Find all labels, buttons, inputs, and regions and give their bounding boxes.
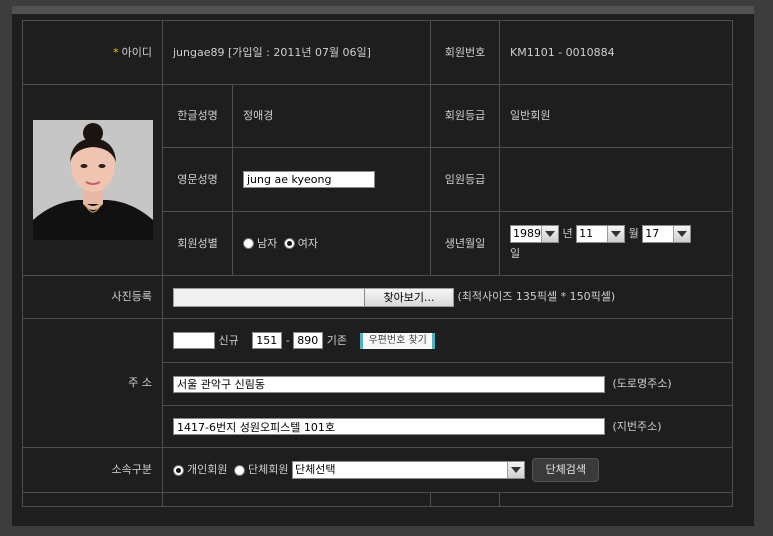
birth-year-unit: 년: [562, 226, 573, 240]
next-row-cell: [162, 492, 431, 507]
lot-address-cell: (지번주소): [162, 405, 733, 448]
next-row-cell: [430, 492, 500, 507]
gender-female-label[interactable]: 여자: [298, 234, 318, 254]
member-no-label: 회원번호: [430, 20, 500, 85]
photo-file-input[interactable]: 찾아보기...: [173, 287, 454, 307]
old-zip-label: 기존: [326, 333, 347, 347]
gender-cell: 남자 여자: [232, 211, 431, 276]
row-affiliation: 소속구분 개인회원 단체회원 단체선택 단체검색: [22, 447, 733, 493]
lot-address-input[interactable]: [173, 418, 605, 435]
photo-label: 사진등록: [22, 275, 163, 319]
kor-name-value: 정애경: [232, 84, 431, 148]
birth-day-unit: 일: [510, 246, 521, 260]
road-address-cell: (도로명주소): [162, 362, 733, 406]
new-zip-label: 신규: [218, 333, 239, 347]
gender-female-radio[interactable]: [283, 238, 295, 249]
id-label: 아이디: [121, 45, 152, 59]
photo-cell: [22, 84, 163, 276]
eng-name-cell: [232, 147, 431, 212]
road-address-input[interactable]: [173, 375, 605, 393]
group-member-radio[interactable]: [233, 464, 245, 476]
officer-label: 임원등급: [430, 147, 500, 212]
group-select[interactable]: 단체선택: [291, 461, 525, 479]
eng-name-input[interactable]: [243, 171, 375, 188]
eng-name-label: 영문성명: [162, 147, 233, 212]
group-search-button[interactable]: 단체검색: [532, 458, 599, 482]
road-address-label: (도로명주소): [612, 377, 672, 390]
row-photo: 사진등록 찾아보기... (최적사이즈 135픽셀 * 150픽셀): [22, 275, 733, 319]
individual-member-radio[interactable]: [173, 464, 184, 476]
grade-value: 일반회원: [499, 84, 733, 148]
required-mark: *: [113, 45, 119, 59]
member-photo-image: [32, 120, 153, 240]
row-zip: 주 소 신규 - 기존 우편번호 찾기: [22, 318, 733, 448]
individual-member-label[interactable]: 개인회원: [187, 460, 227, 480]
chevron-down-icon: [506, 462, 524, 478]
zip-cell: 신규 - 기존 우편번호 찾기: [162, 318, 733, 363]
chevron-down-icon: [673, 225, 691, 242]
birth-cell: 1989 년 11 월 17 일: [499, 211, 733, 276]
member-info-table: * 아이디 jungae89 [가입일 : 2011년 07월 06일] 회원번호…: [22, 20, 733, 507]
kor-name-label: 한글성명: [162, 84, 233, 148]
group-member-label[interactable]: 단체회원: [248, 460, 288, 480]
next-row-cell: [22, 492, 163, 507]
row-id: * 아이디 jungae89 [가입일 : 2011년 07월 06일] 회원번호…: [22, 20, 733, 85]
officer-value: [499, 147, 733, 212]
address-label: 주 소: [22, 318, 163, 448]
birth-month-select[interactable]: 11: [576, 224, 626, 243]
gender-label: 회원성별: [162, 211, 233, 276]
new-zip-input[interactable]: [173, 332, 215, 349]
birth-label: 생년월일: [430, 211, 500, 276]
browse-button[interactable]: 찾아보기...: [364, 288, 453, 306]
row-kor-name: 한글성명 정애경 회원등급 일반회원: [22, 84, 733, 276]
photo-size-hint: (최적사이즈 135픽셀 * 150픽셀): [457, 290, 616, 303]
member-photo: [32, 120, 153, 240]
chevron-down-icon: [541, 225, 558, 242]
old-zip-input-1[interactable]: [252, 332, 283, 349]
chevron-down-icon: [607, 225, 625, 242]
affiliation-label: 소속구분: [22, 447, 163, 493]
find-zip-button[interactable]: 우편번호 찾기: [360, 332, 435, 349]
grade-label: 회원등급: [430, 84, 500, 148]
gender-male-radio[interactable]: [243, 238, 254, 249]
member-no-value: KM1101 - 0010884: [499, 20, 733, 85]
birth-year-select[interactable]: 1989: [510, 224, 559, 243]
gender-male-label[interactable]: 남자: [257, 234, 277, 254]
birth-day-select[interactable]: 17: [642, 224, 692, 243]
affiliation-cell: 개인회원 단체회원 단체선택 단체검색: [162, 447, 733, 493]
id-value: jungae89 [가입일 : 2011년 07월 06일]: [162, 20, 431, 85]
photo-upload-cell: 찾아보기... (최적사이즈 135픽셀 * 150픽셀): [162, 275, 733, 319]
zip-dash: -: [285, 333, 290, 347]
old-zip-input-2[interactable]: [293, 332, 324, 349]
birth-month-unit: 월: [628, 226, 639, 240]
row-next: [22, 492, 733, 507]
lot-address-label: (지번주소): [612, 419, 662, 433]
next-row-cell: [499, 492, 733, 507]
id-label-cell: * 아이디: [22, 20, 163, 85]
